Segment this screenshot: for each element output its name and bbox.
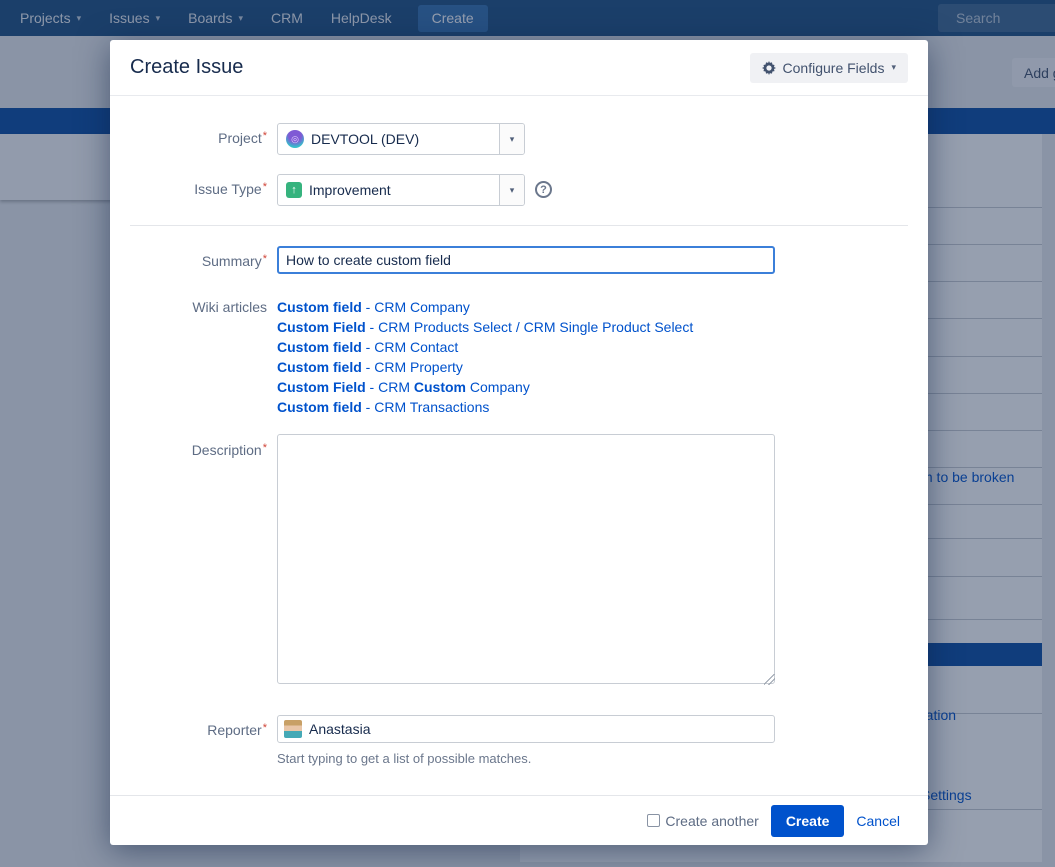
reporter-avatar: [284, 720, 302, 738]
create-another-label: Create another: [665, 813, 758, 829]
summary-input[interactable]: [277, 246, 775, 274]
description-label: Description*: [110, 434, 277, 689]
section-divider: [130, 225, 908, 226]
reporter-value: Anastasia: [309, 721, 370, 737]
summary-label: Summary*: [110, 246, 277, 274]
resize-grip-icon[interactable]: [764, 674, 775, 685]
create-issue-dialog: Create Issue Configure Fields ▾ Project*…: [110, 40, 928, 845]
issue-type-select[interactable]: ↑ Improvement ▾: [277, 174, 525, 206]
issue-type-label: Issue Type*: [110, 174, 277, 206]
issue-type-value: Improvement: [309, 182, 391, 198]
wiki-article-link[interactable]: Custom field - CRM Contact: [277, 337, 928, 357]
gear-icon: [762, 61, 776, 75]
required-asterisk: *: [263, 130, 267, 142]
project-value: DEVTOOL (DEV): [311, 131, 419, 147]
issue-type-dropdown-arrow[interactable]: ▾: [499, 175, 524, 205]
dialog-footer: Create another Create Cancel: [110, 795, 928, 845]
wiki-article-link[interactable]: Custom Field - CRM Products Select / CRM…: [277, 317, 928, 337]
create-button[interactable]: Create: [771, 805, 845, 837]
reporter-label: Reporter*: [110, 715, 277, 766]
improvement-icon: ↑: [286, 182, 302, 198]
required-asterisk: *: [263, 442, 267, 454]
configure-fields-label: Configure Fields: [783, 60, 885, 76]
configure-fields-button[interactable]: Configure Fields ▾: [750, 53, 908, 83]
required-asterisk: *: [263, 181, 267, 193]
required-asterisk: *: [263, 722, 267, 734]
reporter-input[interactable]: Anastasia: [277, 715, 775, 743]
required-asterisk: *: [263, 253, 267, 265]
project-avatar: ◎: [286, 130, 304, 148]
create-another-checkbox[interactable]: [647, 814, 660, 827]
dialog-body: Project* ◎ DEVTOOL (DEV) ▾ Issue Type*: [110, 96, 928, 795]
wiki-article-link[interactable]: Custom field - CRM Transactions: [277, 397, 928, 417]
project-dropdown-arrow[interactable]: ▾: [499, 124, 524, 154]
wiki-articles-label: Wiki articles: [110, 297, 277, 417]
project-label: Project*: [110, 123, 277, 155]
dialog-title: Create Issue: [130, 56, 243, 79]
wiki-article-link[interactable]: Custom field - CRM Company: [277, 297, 928, 317]
dialog-header: Create Issue Configure Fields ▾: [110, 40, 928, 96]
description-textarea[interactable]: [277, 434, 775, 684]
reporter-hint: Start typing to get a list of possible m…: [277, 751, 928, 766]
project-select[interactable]: ◎ DEVTOOL (DEV) ▾: [277, 123, 525, 155]
chevron-down-icon: ▾: [891, 62, 896, 73]
wiki-article-link[interactable]: Custom field - CRM Property: [277, 357, 928, 377]
cancel-link[interactable]: Cancel: [856, 813, 900, 829]
wiki-article-link[interactable]: Custom Field - CRM Custom Company: [277, 377, 928, 397]
help-icon[interactable]: ?: [535, 181, 552, 198]
